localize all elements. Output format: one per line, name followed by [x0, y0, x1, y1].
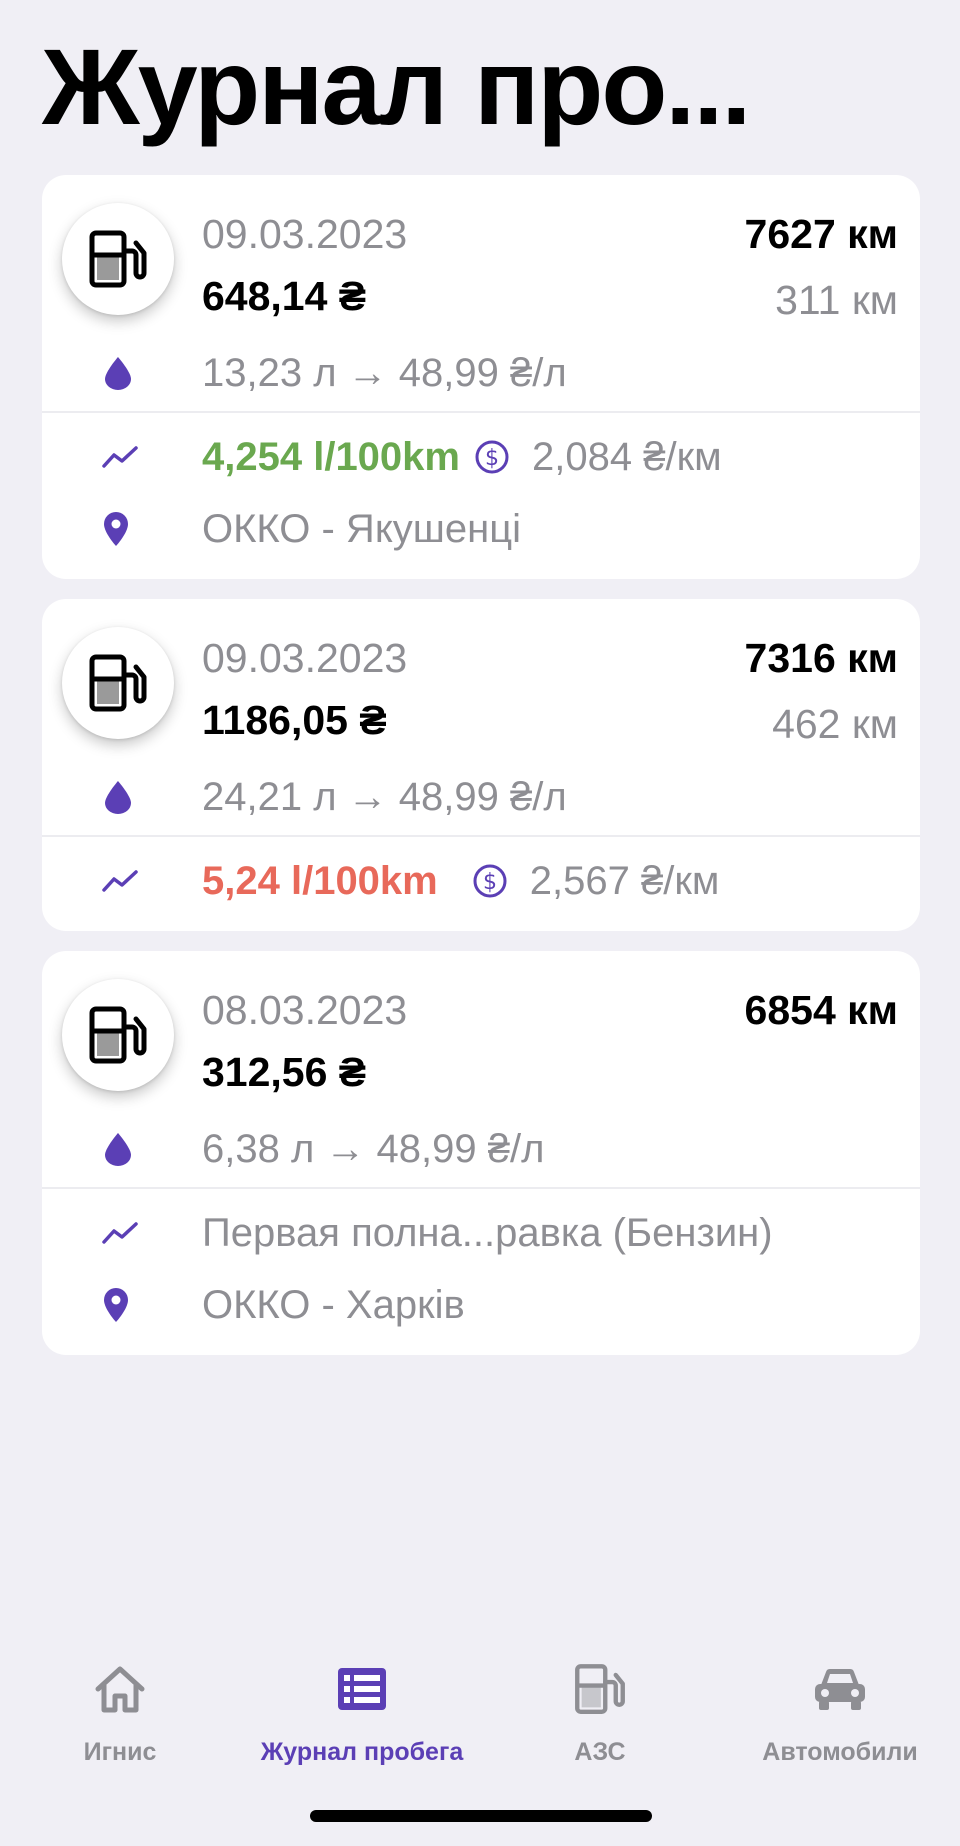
consumption-row: 5,24 l/100km $ 2,567 ₴/км — [42, 845, 920, 917]
drop-icon — [105, 357, 131, 390]
fuel-volume-row: 6,38 л → 48,99 ₴/л — [42, 1121, 920, 1177]
tab-ignis[interactable]: Игнис — [0, 1658, 240, 1767]
consumption-value: 5,24 l/100km — [202, 858, 438, 903]
entry-odometer: 6854 км — [744, 987, 898, 1033]
drop-icon — [105, 781, 131, 814]
fuel-volume-row: 24,21 л → 48,99 ₴/л — [42, 769, 920, 825]
fuel-pump-icon — [62, 203, 174, 315]
entry-amount: 648,14 ₴ — [202, 273, 367, 319]
tab-bar: Игнис Журнал пробега АЗС Автомобили — [0, 1640, 960, 1780]
cost-per-km: 2,567 ₴/км — [529, 858, 720, 903]
entry-date: 09.03.2023 — [202, 635, 408, 681]
consumption-value: 4,254 l/100km — [202, 434, 460, 479]
fuel-log-screen: Журнал про... 09.03.2023 648,14 ₴ 7627 к… — [0, 0, 960, 1846]
tab-cars[interactable]: Автомобили — [720, 1658, 960, 1767]
tab-mileage-log[interactable]: Журнал пробега — [242, 1658, 482, 1767]
svg-text:$: $ — [485, 446, 499, 471]
entry-date: 09.03.2023 — [202, 211, 408, 257]
station-name: ОККО - Харків — [202, 1282, 465, 1327]
car-icon — [815, 1668, 865, 1710]
station-row: ОККО - Харків — [42, 1269, 920, 1341]
svg-text:$: $ — [483, 870, 497, 895]
fuel-entry-card[interactable]: 08.03.2023 312,56 ₴ 6854 км 6,38 л → 48,… — [42, 951, 920, 1355]
fuel-pump-icon — [575, 1664, 625, 1714]
fuel-entry-card[interactable]: 09.03.2023 648,14 ₴ 7627 км 311 км 13,23… — [42, 175, 920, 579]
tab-label: Игнис — [83, 1738, 157, 1766]
trend-icon — [102, 1222, 138, 1244]
home-indicator — [310, 1810, 652, 1822]
trend-icon — [102, 870, 138, 892]
entry-odometer: 7316 км — [744, 635, 898, 681]
list-icon — [338, 1668, 386, 1710]
tab-gas-stations[interactable]: АЗС — [480, 1658, 720, 1767]
tab-label: Журнал пробега — [260, 1738, 464, 1766]
entry-distance: 462 км — [772, 701, 898, 747]
location-pin-icon — [104, 1288, 128, 1322]
entry-note: Первая полна...равка (Бензин) — [202, 1210, 773, 1255]
entry-amount: 1186,05 ₴ — [202, 697, 387, 743]
fuel-volume-row: 13,23 л → 48,99 ₴/л — [42, 345, 920, 401]
entry-odometer: 7627 км — [744, 211, 898, 257]
dollar-circle-icon: $ — [475, 440, 509, 474]
entry-distance: 311 км — [775, 277, 898, 323]
tab-label: АЗС — [574, 1738, 626, 1766]
fuel-volume-price: 6,38 л → 48,99 ₴/л — [202, 1126, 545, 1171]
fuel-volume-price: 24,21 л → 48,99 ₴/л — [202, 774, 567, 819]
fuel-pump-icon — [62, 979, 174, 1091]
station-row: ОККО - Якушенці — [42, 493, 920, 565]
trend-icon — [102, 446, 138, 468]
location-pin-icon — [104, 512, 128, 546]
tab-label: Автомобили — [762, 1738, 918, 1766]
station-name: ОККО - Якушенці — [202, 506, 521, 551]
house-icon — [95, 1666, 145, 1713]
dollar-circle-icon: $ — [473, 864, 507, 898]
note-row: Первая полна...равка (Бензин) — [42, 1197, 920, 1269]
entry-amount: 312,56 ₴ — [202, 1049, 367, 1095]
entry-date: 08.03.2023 — [202, 987, 408, 1033]
fuel-volume-price: 13,23 л → 48,99 ₴/л — [202, 350, 567, 395]
fuel-entry-card[interactable]: 09.03.2023 1186,05 ₴ 7316 км 462 км 24,2… — [42, 599, 920, 931]
cost-per-km: 2,084 ₴/км — [532, 434, 722, 479]
fuel-entry-list: 09.03.2023 648,14 ₴ 7627 км 311 км 13,23… — [42, 175, 920, 1375]
page-title: Журнал про... — [42, 26, 751, 147]
drop-icon — [105, 1133, 131, 1166]
fuel-pump-icon — [62, 627, 174, 739]
consumption-row: 4,254 l/100km $ 2,084 ₴/км — [42, 421, 920, 493]
